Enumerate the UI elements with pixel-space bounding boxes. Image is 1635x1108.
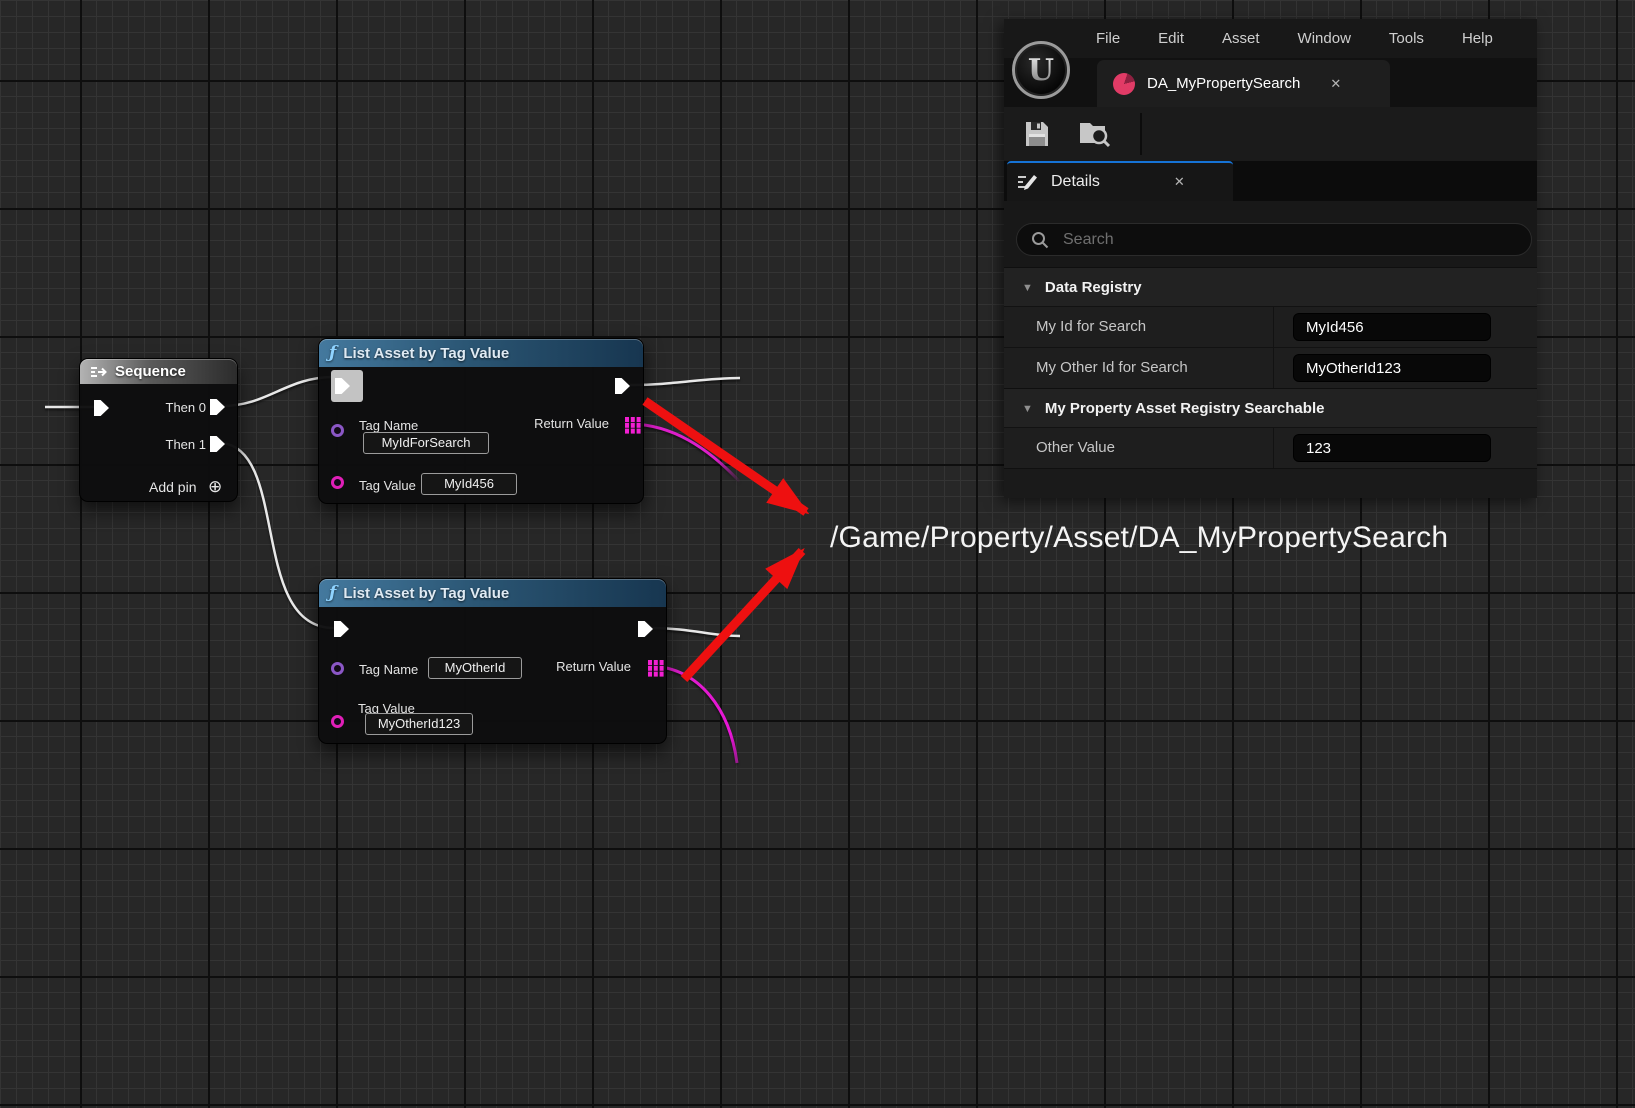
unreal-logo-letter: U — [1028, 53, 1054, 88]
blueprint-graph-canvas[interactable]: Sequence Then 0 Then 1 Add pin ⊕ ƒ List … — [0, 0, 1635, 1108]
menu-file[interactable]: File — [1096, 30, 1120, 47]
menu-bar: File Edit Asset Window Tools Help — [1004, 19, 1537, 58]
section-data-registry[interactable]: ▼ Data Registry — [1004, 267, 1537, 307]
save-button[interactable] — [1020, 117, 1054, 151]
my-other-id-for-search-label: My Other Id for Search — [1036, 359, 1188, 376]
list-asset-by-tag-value-node-2[interactable]: ƒ List Asset by Tag Value Tag Name MyOth… — [318, 578, 667, 744]
column-divider[interactable] — [1273, 348, 1274, 389]
asset-tab-title: DA_MyPropertySearch — [1147, 75, 1300, 92]
property-row-my-other-id: My Other Id for Search — [1004, 347, 1537, 389]
node2-tag-name-pin[interactable] — [331, 662, 344, 675]
sequence-icon — [90, 365, 108, 379]
section-searchable[interactable]: ▼ My Property Asset Registry Searchable — [1004, 388, 1537, 428]
add-pin-icon[interactable]: ⊕ — [208, 478, 222, 495]
function-icon: ƒ — [329, 345, 336, 362]
editor-window[interactable]: File Edit Asset Window Tools Help DA_MyP… — [1004, 19, 1537, 498]
folder-search-icon — [1079, 119, 1111, 149]
node1-exec-out-pin[interactable] — [615, 378, 630, 394]
menu-window[interactable]: Window — [1298, 30, 1351, 47]
red-arrow-from-node2 — [684, 551, 802, 679]
node2-tag-name-field[interactable]: MyOtherId — [428, 657, 522, 679]
details-tab-bar: Details ✕ — [1004, 161, 1537, 201]
node2-tag-name-label: Tag Name — [359, 662, 418, 677]
menu-asset[interactable]: Asset — [1222, 30, 1260, 47]
return-wire-node1 — [629, 424, 740, 482]
sequence-node-header[interactable]: Sequence — [80, 359, 237, 384]
node2-tag-value-field[interactable]: MyOtherId123 — [365, 713, 473, 735]
red-arrow-from-node1 — [645, 401, 806, 512]
then0-exec-out-pin[interactable] — [210, 399, 225, 415]
search-icon — [1031, 231, 1049, 249]
node2-return-value-pin[interactable] — [648, 660, 653, 665]
asset-path-annotation: /Game/Property/Asset/DA_MyPropertySearch — [830, 521, 1448, 555]
list-asset-by-tag-value-node-1[interactable]: ƒ List Asset by Tag Value Tag Name MyIdF… — [318, 338, 644, 504]
node1-title: List Asset by Tag Value — [343, 345, 509, 362]
my-other-id-for-search-input[interactable] — [1293, 354, 1491, 382]
node1-return-value-label: Return Value — [534, 416, 609, 431]
panel-footer — [1004, 468, 1537, 498]
add-pin-label[interactable]: Add pin — [149, 479, 196, 495]
asset-tab-close-icon[interactable]: ✕ — [1330, 76, 1341, 92]
asset-tab-bar: DA_MyPropertySearch ✕ — [1004, 58, 1537, 107]
node1-return-value-pin[interactable] — [625, 417, 630, 422]
node1-tag-value-label: Tag Value — [359, 478, 416, 493]
sequence-node-title: Sequence — [115, 363, 186, 380]
my-id-for-search-input[interactable] — [1293, 313, 1491, 341]
toolbar — [1004, 107, 1537, 161]
node2-title: List Asset by Tag Value — [343, 585, 509, 602]
menu-tools[interactable]: Tools — [1389, 30, 1424, 47]
search-input[interactable] — [1061, 230, 1485, 250]
node1-tag-name-label: Tag Name — [359, 418, 418, 433]
toolbar-separator — [1140, 113, 1142, 155]
menu-edit[interactable]: Edit — [1158, 30, 1184, 47]
node2-exec-in-pin[interactable] — [334, 621, 349, 637]
chevron-down-icon[interactable]: ▼ — [1022, 403, 1033, 415]
then1-pin-label: Then 1 — [166, 437, 206, 452]
unreal-logo: U — [1012, 41, 1070, 99]
details-tab[interactable]: Details ✕ — [1007, 161, 1233, 201]
exec-wire-node1-out — [630, 378, 740, 385]
save-icon — [1024, 120, 1050, 148]
function-icon: ƒ — [329, 585, 336, 602]
menu-help[interactable]: Help — [1462, 30, 1493, 47]
node2-return-value-label: Return Value — [556, 659, 631, 674]
column-divider[interactable] — [1273, 428, 1274, 469]
node1-tag-name-field[interactable]: MyIdForSearch — [363, 432, 489, 454]
search-row — [1004, 201, 1537, 267]
browse-to-asset-button[interactable] — [1078, 117, 1112, 151]
other-value-label: Other Value — [1036, 439, 1115, 456]
node2-tag-value-pin[interactable] — [331, 715, 344, 728]
then1-exec-out-pin[interactable] — [210, 436, 225, 452]
node1-tag-value-field[interactable]: MyId456 — [421, 473, 517, 495]
node1-header[interactable]: ƒ List Asset by Tag Value — [319, 339, 643, 367]
other-value-input[interactable] — [1293, 434, 1491, 462]
sequence-node[interactable]: Sequence Then 0 Then 1 Add pin ⊕ — [79, 358, 238, 502]
node2-exec-out-pin[interactable] — [638, 621, 653, 637]
details-tab-title: Details — [1051, 173, 1100, 191]
node2-header[interactable]: ƒ List Asset by Tag Value — [319, 579, 666, 607]
data-asset-pie-icon — [1113, 73, 1135, 95]
chevron-down-icon[interactable]: ▼ — [1022, 282, 1033, 294]
search-box[interactable] — [1016, 223, 1532, 256]
details-tab-close-icon[interactable]: ✕ — [1174, 174, 1185, 190]
section-searchable-title: My Property Asset Registry Searchable — [1045, 400, 1325, 417]
then0-pin-label: Then 0 — [166, 400, 206, 415]
sequence-exec-in-pin[interactable] — [94, 400, 109, 416]
section-data-registry-title: Data Registry — [1045, 279, 1142, 296]
details-pencil-icon — [1017, 172, 1039, 192]
node1-tag-value-pin[interactable] — [331, 476, 344, 489]
column-divider[interactable] — [1273, 307, 1274, 348]
node1-tag-name-pin[interactable] — [331, 424, 344, 437]
asset-tab[interactable]: DA_MyPropertySearch ✕ — [1097, 60, 1390, 107]
property-row-my-id: My Id for Search — [1004, 306, 1537, 348]
property-row-other-value: Other Value — [1004, 427, 1537, 469]
my-id-for-search-label: My Id for Search — [1036, 318, 1146, 335]
